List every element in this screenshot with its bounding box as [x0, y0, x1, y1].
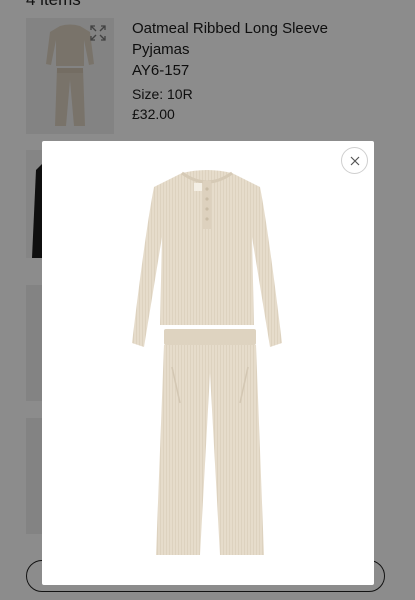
close-icon: [350, 156, 359, 165]
close-button[interactable]: [341, 147, 368, 174]
product-image: [132, 170, 282, 555]
image-zoom-modal: [42, 141, 374, 585]
